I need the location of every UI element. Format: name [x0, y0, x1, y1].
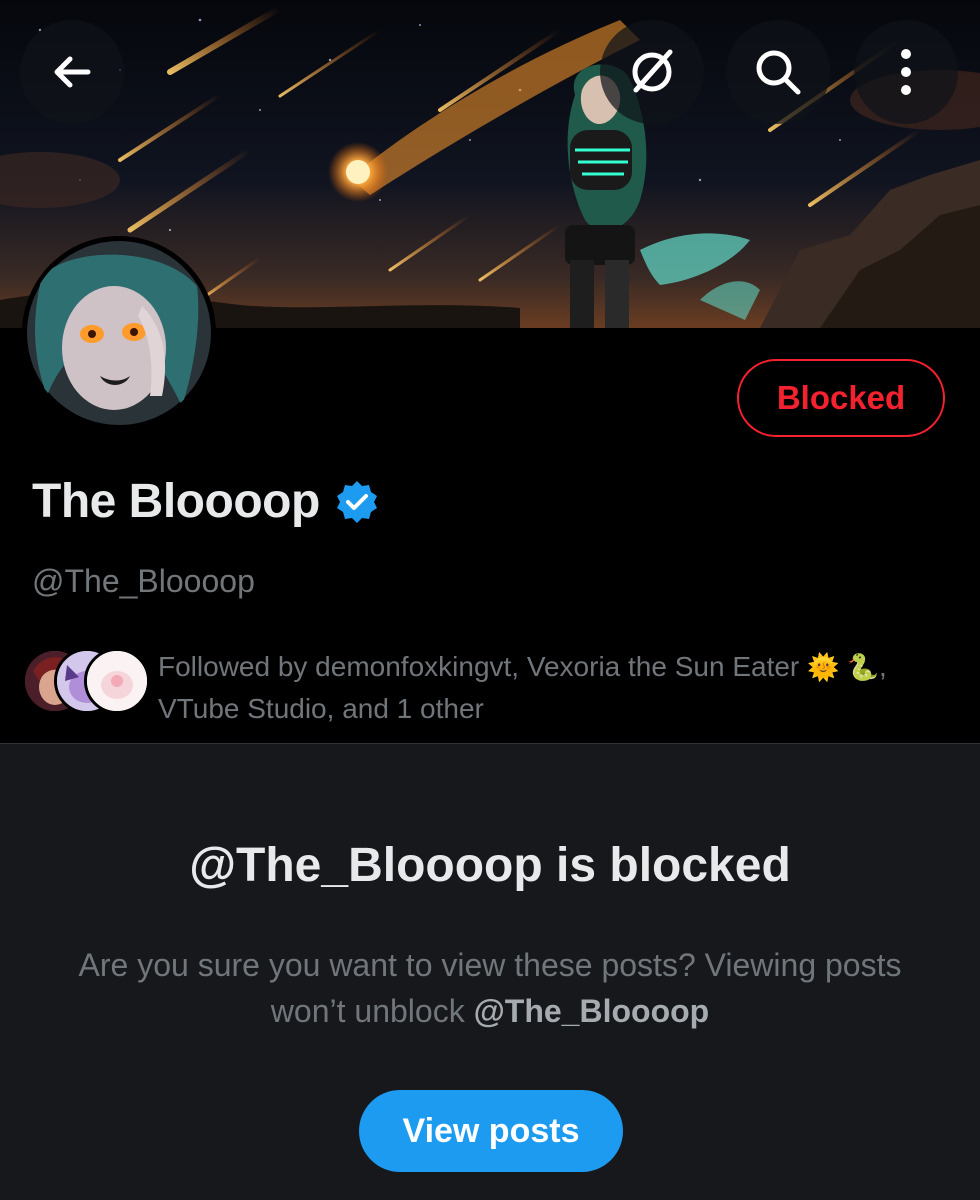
slash-circle-icon — [632, 49, 673, 93]
blocked-notice-handle: @The_Bloooop — [473, 993, 710, 1029]
followed-by-line1: Followed by demonfoxkingvt, Vexoria the … — [158, 651, 800, 682]
back-button[interactable] — [20, 20, 124, 124]
follower-avatar — [84, 648, 150, 714]
profile-handle: @The_Bloooop — [32, 563, 255, 599]
grok-button[interactable] — [600, 20, 704, 124]
more-vertical-icon — [901, 49, 911, 95]
followed-by-line2: VTube Studio, and 1 other — [158, 693, 484, 724]
search-button[interactable] — [726, 20, 830, 124]
display-name: The Bloooop — [32, 475, 320, 528]
followed-by-text: Followed by demonfoxkingvt, Vexoria the … — [158, 646, 958, 729]
followed-by-separator: , — [879, 651, 887, 682]
followed-by-emoji: 🌞 🐍 — [807, 652, 880, 682]
blocked-notice-description: Are you sure you want to view these post… — [60, 942, 920, 1034]
blocked-button[interactable]: Blocked — [737, 359, 945, 437]
follower-avatars — [22, 646, 150, 714]
arrow-left-icon — [54, 56, 91, 88]
more-button[interactable] — [854, 20, 958, 124]
view-posts-button[interactable]: View posts — [359, 1090, 623, 1172]
search-icon — [756, 50, 801, 95]
followed-by[interactable]: Followed by demonfoxkingvt, Vexoria the … — [22, 646, 958, 729]
blocked-notice-title: @The_Bloooop is blocked — [189, 839, 791, 892]
profile-name-row: The Bloooop — [32, 474, 380, 529]
verified-badge-icon[interactable] — [334, 479, 380, 525]
avatar[interactable] — [22, 236, 216, 430]
